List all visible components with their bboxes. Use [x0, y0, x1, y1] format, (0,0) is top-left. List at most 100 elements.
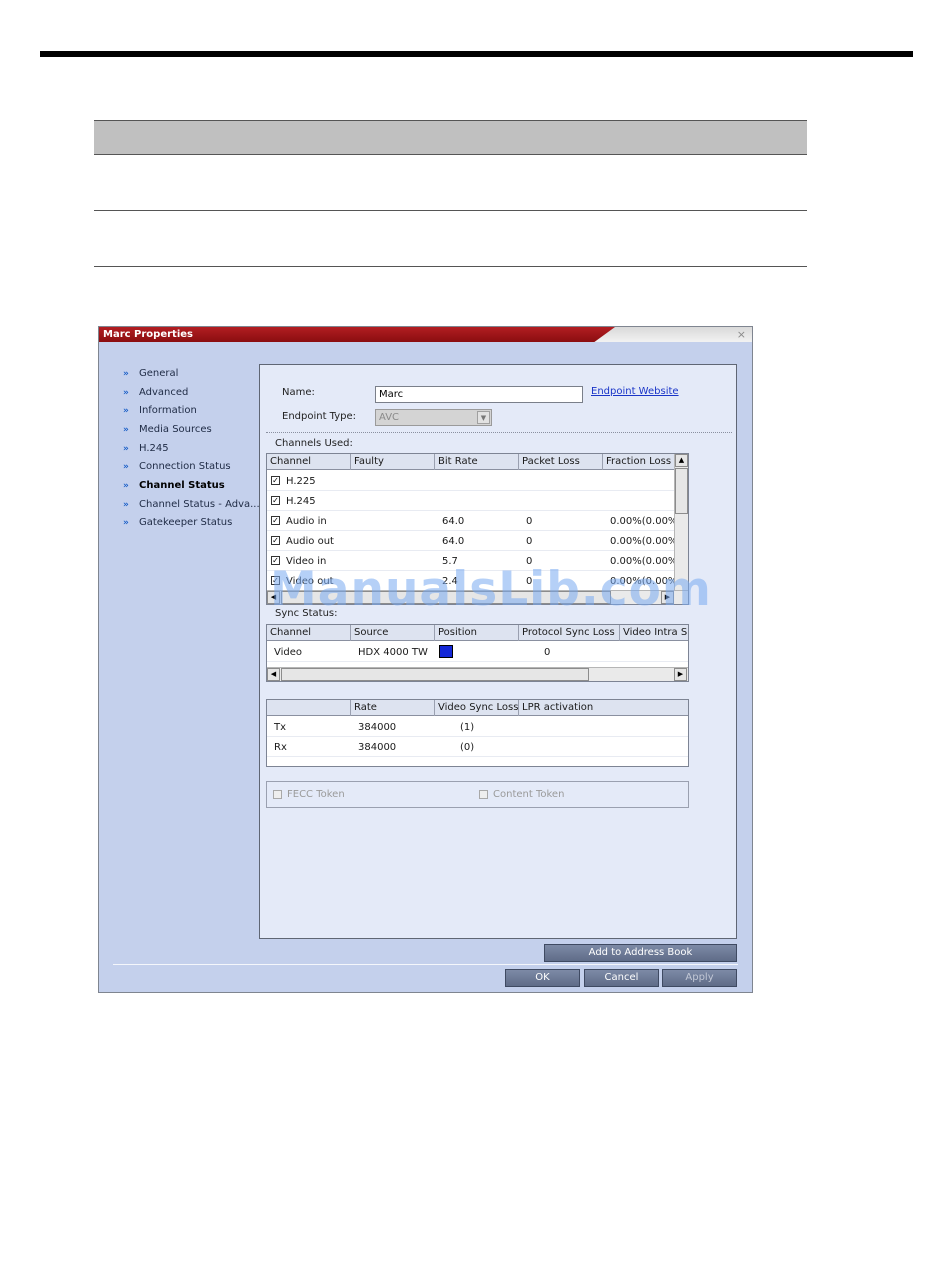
- scroll-thumb[interactable]: [675, 468, 688, 514]
- button-divider: [113, 964, 738, 965]
- name-field[interactable]: [375, 386, 583, 403]
- scroll-thumb[interactable]: [281, 668, 589, 681]
- nav-item-label: H.245: [139, 443, 169, 454]
- column-header[interactable]: Video Intra S: [620, 625, 688, 641]
- name-label: Name:: [282, 387, 315, 398]
- column-header[interactable]: Faulty: [351, 454, 435, 470]
- column-header[interactable]: Channel: [267, 625, 351, 641]
- packet-loss-cell: 0: [526, 536, 533, 547]
- column-header[interactable]: Bit Rate: [435, 454, 519, 470]
- nav-item-label: General: [139, 368, 179, 379]
- chevron-right-icon: »: [123, 369, 129, 379]
- close-icon[interactable]: ×: [737, 328, 746, 341]
- properties-dialog: Marc Properties × » General » Advanced » In…: [98, 326, 753, 993]
- column-header[interactable]: Source: [351, 625, 435, 641]
- document-table: [94, 120, 807, 267]
- channel-checkbox[interactable]: ✓: [271, 536, 280, 545]
- bit-rate-cell: 64.0: [442, 516, 465, 527]
- channel-cell: H.245: [286, 496, 316, 507]
- document-table-header: [94, 120, 807, 155]
- sync-status-grid: Channel Source Position Protocol Sync Lo…: [266, 624, 689, 682]
- direction-cell: Tx: [274, 722, 287, 733]
- sync-source-cell: HDX 4000 TW: [358, 647, 428, 658]
- nav-item-label: Gatekeeper Status: [139, 517, 233, 528]
- sync-horizontal-scrollbar[interactable]: ◀ ▶: [267, 667, 688, 681]
- rate-grid: Rate Video Sync Loss LPR activation Tx 3…: [266, 699, 689, 767]
- channels-grid-header: Channel Faulty Bit Rate Packet Loss Frac…: [267, 454, 675, 470]
- chevron-right-icon: »: [123, 481, 129, 491]
- column-header[interactable]: Rate: [351, 700, 435, 716]
- video-sync-loss-cell: (1): [460, 722, 475, 733]
- table-row[interactable]: ✓ Audio in 64.0 0 0.00%(0.00%: [267, 511, 675, 531]
- scroll-up-icon[interactable]: ▲: [675, 454, 688, 467]
- nav-item-label: Media Sources: [139, 424, 212, 435]
- chevron-right-icon: »: [123, 388, 129, 398]
- fecc-token-label: FECC Token: [287, 789, 345, 800]
- sync-channel-cell: Video: [274, 647, 303, 658]
- fraction-loss-cell: 0.00%(0.00%: [610, 536, 675, 547]
- tokens-group: FECC Token Content Token: [266, 781, 689, 808]
- table-row[interactable]: Tx 384000 (1): [267, 717, 688, 737]
- column-header[interactable]: [267, 700, 351, 716]
- column-header[interactable]: Position: [435, 625, 519, 641]
- channel-checkbox[interactable]: ✓: [271, 496, 280, 505]
- column-header[interactable]: Packet Loss: [519, 454, 603, 470]
- endpoint-type-select[interactable]: AVC ▼: [375, 409, 492, 426]
- column-header[interactable]: Protocol Sync Loss: [519, 625, 620, 641]
- cancel-button[interactable]: Cancel: [584, 969, 659, 987]
- add-to-address-book-button[interactable]: Add to Address Book: [544, 944, 737, 962]
- nav-item-label: Advanced: [139, 387, 189, 398]
- ok-button[interactable]: OK: [505, 969, 580, 987]
- table-row[interactable]: ✓ H.225: [267, 471, 675, 491]
- nav-item-label: Information: [139, 405, 197, 416]
- column-header[interactable]: Fraction Loss: [603, 454, 675, 470]
- endpoint-website-link[interactable]: Endpoint Website: [591, 386, 679, 397]
- protocol-sync-loss-cell: 0: [544, 647, 551, 658]
- channel-cell: Audio in: [286, 516, 327, 527]
- chevron-right-icon: »: [123, 500, 129, 510]
- video-sync-loss-cell: (0): [460, 742, 475, 753]
- rate-grid-header: Rate Video Sync Loss LPR activation: [267, 700, 688, 716]
- table-row[interactable]: ✓ Audio out 64.0 0 0.00%(0.00%: [267, 531, 675, 551]
- section-divider: [266, 432, 732, 433]
- channel-status-panel: Name: Endpoint Website Endpoint Type: AV…: [259, 364, 737, 939]
- channel-checkbox[interactable]: ✓: [271, 476, 280, 485]
- bit-rate-cell: 64.0: [442, 536, 465, 547]
- fraction-loss-cell: 0.00%(0.00%: [610, 516, 675, 527]
- scroll-right-icon[interactable]: ▶: [674, 668, 687, 681]
- chevron-down-icon[interactable]: ▼: [477, 411, 490, 424]
- nav-item-label: Connection Status: [139, 461, 231, 472]
- chevron-right-icon: »: [123, 406, 129, 416]
- chevron-right-icon: »: [123, 425, 129, 435]
- column-header[interactable]: Channel: [267, 454, 351, 470]
- document-table-row: [94, 155, 807, 211]
- apply-button[interactable]: Apply: [662, 969, 737, 987]
- nav-item-label: Channel Status - Adva...: [139, 499, 260, 510]
- table-row[interactable]: ✓ H.245: [267, 491, 675, 511]
- direction-cell: Rx: [274, 742, 287, 753]
- chevron-right-icon: »: [123, 518, 129, 528]
- column-header[interactable]: Video Sync Loss: [435, 700, 519, 716]
- endpoint-type-value: AVC: [379, 412, 400, 423]
- table-row[interactable]: Rx 384000 (0): [267, 737, 688, 757]
- nav-item-label: Channel Status: [139, 480, 225, 491]
- content-token-label: Content Token: [493, 789, 565, 800]
- endpoint-type-label: Endpoint Type:: [282, 411, 357, 422]
- page-top-rule: [40, 51, 913, 57]
- rate-cell: 384000: [358, 722, 397, 733]
- chevron-right-icon: »: [123, 462, 129, 472]
- scroll-left-icon[interactable]: ◀: [267, 668, 280, 681]
- sync-grid-header: Channel Source Position Protocol Sync Lo…: [267, 625, 688, 641]
- dialog-titlebar[interactable]: Marc Properties ×: [99, 327, 752, 342]
- checkbox-box: [273, 790, 282, 799]
- table-row[interactable]: Video HDX 4000 TW 0: [267, 642, 688, 662]
- chevron-right-icon: »: [123, 444, 129, 454]
- watermark: ManualsLib.com: [270, 562, 712, 617]
- checkbox-box: [479, 790, 488, 799]
- column-header[interactable]: LPR activation: [519, 700, 688, 716]
- packet-loss-cell: 0: [526, 516, 533, 527]
- document-table-row: [94, 211, 807, 267]
- channel-checkbox[interactable]: ✓: [271, 516, 280, 525]
- channels-used-label: Channels Used:: [275, 438, 353, 449]
- position-indicator: [439, 645, 453, 658]
